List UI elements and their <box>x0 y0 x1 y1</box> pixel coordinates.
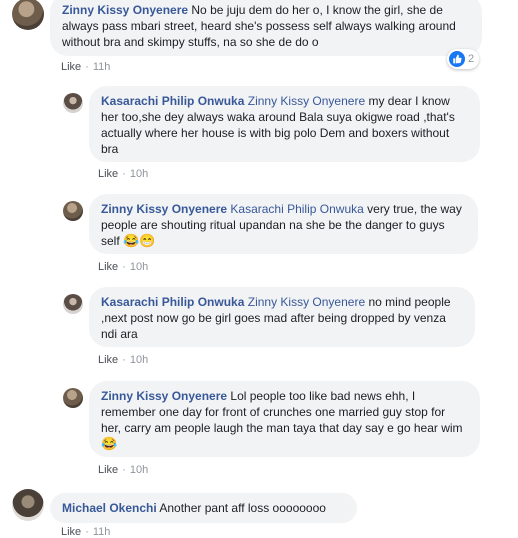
comment-meta: Like · 11h <box>61 61 111 73</box>
timestamp[interactable]: 11h <box>93 61 111 73</box>
like-button[interactable]: Like <box>98 261 118 273</box>
like-button[interactable]: Like <box>98 354 118 366</box>
avatar-kasarachi[interactable] <box>63 93 83 113</box>
reply-bubble-3: Kasarachi Philip Onwuka Zinny Kissy Onye… <box>89 287 475 347</box>
reaction-count-badge[interactable]: 2 <box>447 49 480 69</box>
comment-bubble-1: Zinny Kissy Onyenere No be juju dem do h… <box>50 0 482 56</box>
like-button[interactable]: Like <box>61 526 81 538</box>
comment-bubble-2: Michael Okenchi Another pant aff loss oo… <box>50 493 357 523</box>
avatar-kasarachi[interactable] <box>63 294 83 314</box>
reply-bubble-4: Zinny Kissy Onyenere Lol people too like… <box>89 381 480 457</box>
emoji: 😂 <box>101 436 118 451</box>
mention-link[interactable]: Zinny Kissy Onyenere <box>248 94 365 108</box>
timestamp[interactable]: 11h <box>93 526 111 538</box>
comment-meta: Like · 10h <box>98 168 149 180</box>
comment-meta: Like · 10h <box>98 354 149 366</box>
avatar-michael[interactable] <box>12 489 44 521</box>
timestamp[interactable]: 10h <box>130 464 148 476</box>
comment-author[interactable]: Zinny Kissy Onyenere <box>62 3 188 17</box>
reaction-count: 2 <box>468 53 475 65</box>
reply-bubble-1: Kasarachi Philip Onwuka Zinny Kissy Onye… <box>89 86 480 162</box>
timestamp[interactable]: 10h <box>130 168 148 180</box>
timestamp[interactable]: 10h <box>130 261 148 273</box>
comment-meta: Like · 10h <box>98 464 149 476</box>
like-thumb-icon <box>449 51 465 67</box>
mention-link[interactable]: Kasarachi Philip Onwuka <box>230 202 363 216</box>
comment-meta: Like · 11h <box>61 526 111 538</box>
like-button[interactable]: Like <box>98 464 118 476</box>
comment-author[interactable]: Kasarachi Philip Onwuka <box>101 295 244 309</box>
comment-author[interactable]: Kasarachi Philip Onwuka <box>101 94 244 108</box>
reply-bubble-2: Zinny Kissy Onyenere Kasarachi Philip On… <box>89 194 478 254</box>
emoji: 😂😁 <box>123 233 156 248</box>
comment-text: Another pant aff loss oooooooo <box>159 501 326 515</box>
like-button[interactable]: Like <box>98 168 118 180</box>
avatar-zinny[interactable] <box>63 201 83 221</box>
timestamp[interactable]: 10h <box>130 354 148 366</box>
comment-author[interactable]: Zinny Kissy Onyenere <box>101 389 227 403</box>
comment-author[interactable]: Zinny Kissy Onyenere <box>101 202 227 216</box>
mention-link[interactable]: Zinny Kissy Onyenere <box>248 295 365 309</box>
avatar-zinny[interactable] <box>12 0 44 30</box>
comment-meta: Like · 10h <box>98 261 149 273</box>
like-button[interactable]: Like <box>61 61 81 73</box>
avatar-zinny[interactable] <box>63 388 83 408</box>
comment-author[interactable]: Michael Okenchi <box>62 501 157 515</box>
